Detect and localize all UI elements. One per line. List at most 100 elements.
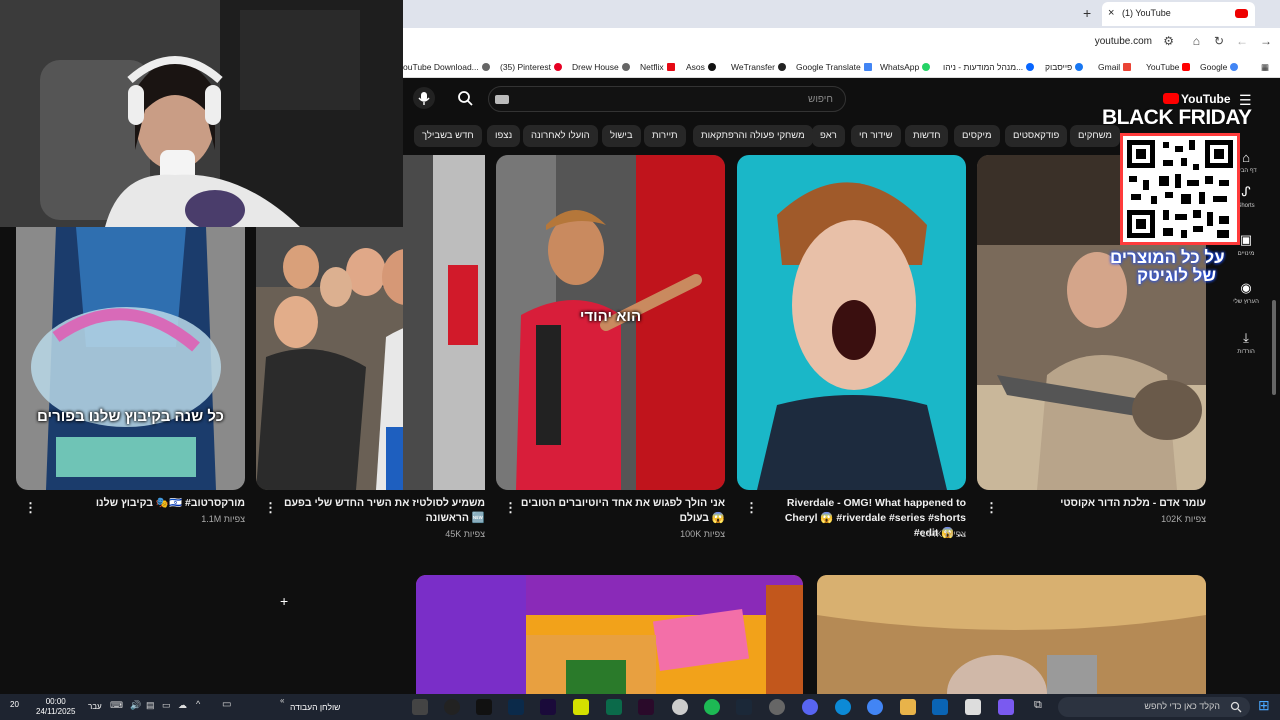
network-icon[interactable]: ▤ [146, 700, 155, 711]
epic-games-icon[interactable] [476, 699, 492, 715]
short-title[interactable]: עומר אדם - מלכת הדור אקוסטי [1000, 496, 1206, 511]
apps-grid-icon[interactable]: ▦ [1261, 62, 1269, 73]
rail-downloads[interactable]: ⤓ הורדות [1226, 330, 1266, 355]
system-clock[interactable]: 00:00 24/11/2025 [36, 697, 75, 717]
chip-watched[interactable]: נצפו [487, 125, 521, 147]
photoshop-icon[interactable] [508, 699, 524, 715]
bookmark-facebook[interactable]: פייסבוק [1045, 62, 1084, 72]
keyboard-icon[interactable] [495, 95, 509, 104]
bookmark-ads-manager[interactable]: מנהל המודעות - ניהו... [943, 62, 1035, 72]
new-tab-button[interactable]: + [1083, 5, 1091, 21]
forward-icon[interactable]: ← [1236, 34, 1248, 48]
chip-tourism[interactable]: תיירות [644, 125, 686, 147]
chrome-icon[interactable] [867, 699, 883, 715]
search-placeholder: חיפוש [808, 94, 833, 105]
download-icon: ⤓ [1243, 330, 1249, 345]
chip-podcasts[interactable]: פודקאסטים [1005, 125, 1068, 147]
onedrive-icon[interactable]: ☁ [178, 700, 187, 711]
video-thumbnail-webcam[interactable] [817, 575, 1206, 695]
bookmark-asos[interactable]: Asos [686, 62, 716, 72]
app-icon[interactable] [638, 699, 654, 715]
more-options-icon[interactable]: ⋮ [24, 500, 37, 516]
app-icon[interactable] [606, 699, 622, 715]
url-field[interactable]: youtube.com [1095, 36, 1152, 47]
battery-icon[interactable]: ▭ [162, 700, 171, 711]
premiere-icon[interactable] [540, 699, 556, 715]
discord-icon[interactable] [802, 699, 818, 715]
steam-icon[interactable] [736, 699, 752, 715]
voice-search-button[interactable] [413, 87, 435, 109]
bookmark-youtube[interactable]: YouTube [1146, 62, 1191, 72]
tray-expand-icon[interactable]: ^ [196, 699, 200, 709]
back-icon[interactable]: → [1260, 34, 1272, 48]
copilot-icon[interactable] [998, 699, 1014, 715]
more-options-icon[interactable]: ⋮ [264, 500, 277, 516]
bookmark-netflix[interactable]: Netflix [640, 62, 675, 72]
short-thumbnail-riverdale[interactable] [737, 155, 966, 490]
bookmark-pinterest[interactable]: (35) Pinterest [500, 62, 563, 72]
bookmark-google-translate[interactable]: Google Translate [796, 62, 872, 72]
more-options-icon[interactable]: ⋮ [745, 500, 758, 516]
short-views: 1.1M צפיות [201, 514, 245, 524]
language-indicator[interactable]: עבר [88, 702, 102, 711]
desktop-toolbar-label[interactable]: שולחן העבודה [290, 702, 340, 712]
scrollbar[interactable] [1272, 300, 1276, 395]
bookmark-whatsapp[interactable]: WhatsApp [880, 62, 931, 72]
chip-new-for-you[interactable]: חדש בשבילך [414, 125, 482, 147]
chip-rap[interactable]: ראפ [812, 125, 845, 147]
short-overlay-text: הוא יהודי [579, 308, 642, 325]
app-icon[interactable] [672, 699, 688, 715]
spotify-icon[interactable] [704, 699, 720, 715]
taskbar-search-input[interactable]: הקלד כאן כדי לחפש [1058, 697, 1250, 717]
edge-icon[interactable] [835, 699, 851, 715]
volume-icon[interactable]: 🔊 [130, 700, 141, 711]
windows-taskbar: 20 00:00 24/11/2025 עבר ⌨ 🔊 ▤ ▭ ☁ ^ ▭ « … [0, 694, 1280, 720]
reload-icon[interactable]: ↻ [1214, 34, 1224, 48]
keyboard-icon[interactable]: ⌨ [110, 700, 123, 711]
chip-action-adventure-games[interactable]: משחקי פעולה והרפתקאות [693, 125, 813, 147]
short-thumbnail-youtuber[interactable]: הוא יהודי [496, 155, 725, 490]
more-options-icon[interactable]: ⋮ [985, 500, 998, 516]
more-options-icon[interactable]: ⋮ [504, 500, 517, 516]
app-icon[interactable] [412, 699, 428, 715]
youtube-favicon-icon [1235, 9, 1248, 18]
chip-mixes[interactable]: מיקסים [954, 125, 1000, 147]
search-icon [1230, 701, 1242, 713]
windows-start-icon[interactable]: ⊞ [1258, 697, 1270, 714]
bookmark-youtube-download[interactable]: ouTube Download... [403, 62, 490, 72]
ableton-live-icon[interactable] [573, 699, 589, 715]
file-explorer-icon[interactable] [900, 699, 916, 715]
video-thumbnail-game[interactable] [416, 575, 803, 695]
notifications-icon[interactable]: 20 [10, 700, 19, 709]
bookmark-wetransfer[interactable]: WeTransfer [731, 62, 786, 72]
short-title[interactable]: משמיע לסולטיז את השיר החדש שלי בפעם הראש… [279, 496, 485, 526]
short-overlay-text: כל שנה בקיבוץ שלנו בפורים [37, 408, 224, 425]
bookmark-gmail[interactable]: Gmail [1098, 62, 1132, 72]
short-views: 45K צפיות [445, 529, 485, 539]
mail-icon[interactable] [932, 699, 948, 715]
chip-recently-uploaded[interactable]: הועלו לאחרונה [523, 125, 598, 147]
chip-news[interactable]: חדשות [905, 125, 949, 147]
task-view-icon[interactable]: ⧉ [1034, 699, 1042, 712]
bookmark-drew-house[interactable]: Drew House [572, 62, 630, 72]
search-icon[interactable] [457, 90, 473, 111]
short-thumbnail-partial[interactable] [403, 155, 485, 490]
short-thumbnail-kibbutz[interactable]: כל שנה בקיבוץ שלנו בפורים [16, 227, 245, 490]
close-tab-icon[interactable]: × [1108, 7, 1114, 19]
desktop-expand-icon[interactable]: « [280, 696, 284, 705]
bookmarks-bar: ouTube Download... (35) Pinterest Drew H… [403, 56, 1280, 78]
app-icon[interactable] [444, 699, 460, 715]
short-title[interactable]: אני הולך לפגוש את אחד היוטיוברים הטובים … [519, 496, 725, 526]
app-icon[interactable] [769, 699, 785, 715]
chip-cooking[interactable]: בישול [602, 125, 641, 147]
short-title[interactable]: בקיבוץ שלנו 🎭🇮🇱 #מורקסרטוב [39, 496, 245, 511]
home-icon[interactable]: ⌂ [1193, 34, 1200, 48]
bookmark-google[interactable]: Google [1200, 62, 1239, 72]
store-icon[interactable] [965, 699, 981, 715]
search-input[interactable]: חיפוש [488, 86, 846, 112]
browser-tab[interactable]: × (1) YouTube [1102, 2, 1255, 26]
site-settings-icon[interactable]: ⚙ [1163, 34, 1174, 48]
display-icon[interactable]: ▭ [222, 699, 231, 710]
chip-live[interactable]: שידור חי [851, 125, 901, 147]
taskbar-search-placeholder: הקלד כאן כדי לחפש [1144, 701, 1220, 711]
